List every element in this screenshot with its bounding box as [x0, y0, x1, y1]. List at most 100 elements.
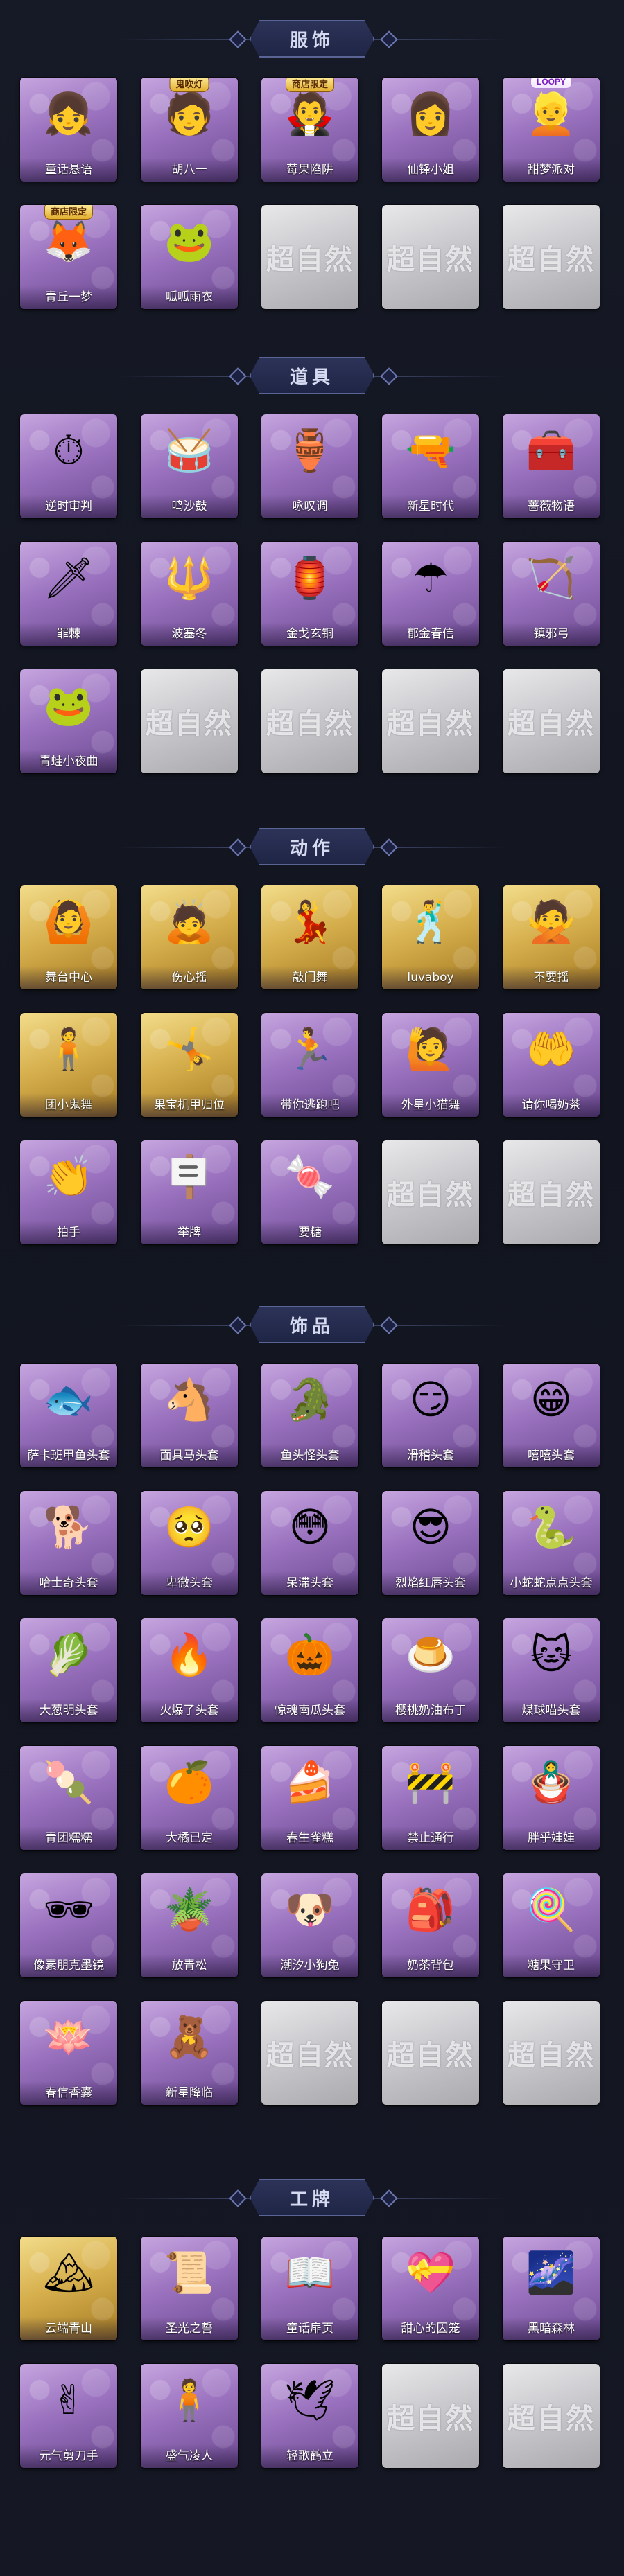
section-title: 饰品	[289, 1316, 334, 1337]
item-card[interactable]: ⏱ 逆时审判	[20, 414, 117, 518]
item-card[interactable]: 🐱 煤球喵头套	[503, 1618, 600, 1722]
item-card[interactable]: 🍮 樱桃奶油布丁	[382, 1618, 479, 1722]
item-card[interactable]: 🕶 像素朋克墨镜	[20, 1873, 117, 1977]
item-label: 伤心摇	[141, 966, 238, 989]
item-card[interactable]: 🗡 罪棘	[20, 542, 117, 646]
item-card[interactable]: 🙅 不要摇	[503, 885, 600, 989]
item-card[interactable]: 🙆 舞台中心	[20, 885, 117, 989]
item-card[interactable]: 😳 呆滞头套	[261, 1491, 358, 1595]
item-label: 莓果陷阱	[261, 158, 358, 182]
item-label: 要糖	[261, 1221, 358, 1244]
item-card[interactable]: 🧛 商店限定 莓果陷阱	[261, 78, 358, 182]
bird-cake-head-icon: 🍰	[284, 1758, 336, 1806]
item-card[interactable]: 🔥 火爆了头套	[141, 1618, 238, 1722]
empty-slot-card: 超自然	[382, 2001, 479, 2105]
item-card[interactable]: 🧑 鬼吹灯 胡八一	[141, 78, 238, 182]
item-label: 云端青山	[20, 2317, 117, 2340]
item-card[interactable]: 🏺 咏叹调	[261, 414, 358, 518]
item-card[interactable]: 🏮 金戈玄铜	[261, 542, 358, 646]
diamond-ornament-icon	[229, 367, 247, 385]
item-card[interactable]: 🧰 蔷薇物语	[503, 414, 600, 518]
item-card[interactable]: 🧍 团小鬼舞	[20, 1013, 117, 1117]
item-label: 春生雀糕	[261, 1826, 358, 1850]
item-card[interactable]: 🪴 放青松	[141, 1873, 238, 1977]
item-card[interactable]: 💝 甜心的囚笼	[382, 2237, 479, 2340]
section-header: 道具	[0, 353, 624, 398]
item-card[interactable]: 🤲 请你喝奶茶	[503, 1013, 600, 1117]
pose-mecha-icon: 🤸	[164, 1025, 215, 1073]
item-card[interactable]: ✌ 元气剪刀手	[20, 2364, 117, 2468]
item-card[interactable]: 🪧 举牌	[141, 1140, 238, 1244]
watermark: 超自然	[266, 707, 354, 740]
item-label: 青蛙小夜曲	[20, 750, 117, 773]
item-label: 青丘一梦	[20, 285, 117, 309]
pose-heart-icon: 🕺	[405, 898, 456, 945]
item-card[interactable]: 🍰 春生雀糕	[261, 1746, 358, 1850]
item-label: 蔷薇物语	[503, 495, 600, 518]
item-card[interactable]: 🦊 商店限定 青丘一梦	[20, 205, 117, 309]
item-card[interactable]: 🍊 大橘已定	[141, 1746, 238, 1850]
item-label: 黑暗森林	[503, 2317, 600, 2340]
item-card[interactable]: 🤸 果宝机甲归位	[141, 1013, 238, 1117]
music-box-icon: 🏺	[284, 427, 336, 474]
item-card[interactable]: 🍡 青团糯糯	[20, 1746, 117, 1850]
item-card[interactable]: 😁 嘻嘻头套	[503, 1364, 600, 1467]
item-card[interactable]: 🪷 春信香囊	[20, 2001, 117, 2105]
item-card[interactable]: 🔱 波塞冬	[141, 542, 238, 646]
diamond-ornament-icon	[380, 30, 398, 48]
item-card[interactable]: 🏹 镇邪弓	[503, 542, 600, 646]
orange-head-icon: 🍊	[164, 1758, 215, 1806]
frog-icon: 🐸	[43, 682, 94, 729]
item-card[interactable]: 🙇 伤心摇	[141, 885, 238, 989]
badge-cage-icon: 💝	[405, 2249, 456, 2296]
item-label: 元气剪刀手	[20, 2444, 117, 2468]
item-label: 鸣沙鼓	[141, 495, 238, 518]
item-card[interactable]: 🪆 胖乎娃娃	[503, 1746, 600, 1850]
item-card[interactable]: 🧸 新星降临	[141, 2001, 238, 2105]
item-card[interactable]: 🐕 哈士奇头套	[20, 1491, 117, 1595]
section-title: 道具	[289, 367, 334, 388]
red-lips-face-icon: 😎	[409, 1503, 452, 1551]
item-card[interactable]: 👏 拍手	[20, 1140, 117, 1244]
item-card[interactable]: 👱 LOOPY 甜梦派对	[503, 78, 600, 182]
star-doll-icon: 🧸	[164, 2013, 215, 2061]
item-card[interactable]: 🍬 要糖	[261, 1140, 358, 1244]
item-card[interactable]: 🐍 小蛇蛇点点头套	[503, 1491, 600, 1595]
pose-run-icon: 🏃	[284, 1025, 336, 1073]
item-card[interactable]: 🏃 带你逃跑吧	[261, 1013, 358, 1117]
item-card[interactable]: 🚧 禁止通行	[382, 1746, 479, 1850]
item-card[interactable]: 🐶 潮汐小狗兔	[261, 1873, 358, 1977]
item-card[interactable]: 🏔 云端青山	[20, 2237, 117, 2340]
item-card[interactable]: 🙋 外星小猫舞	[382, 1013, 479, 1117]
empty-slot-card: 超自然	[503, 1140, 600, 1244]
item-card[interactable]: 🐊 鱼头怪头套	[261, 1364, 358, 1467]
item-card[interactable]: 🕊 轻歌鹤立	[261, 2364, 358, 2468]
watermark: 超自然	[146, 707, 233, 740]
item-card[interactable]: 🧍 盛气凌人	[141, 2364, 238, 2468]
item-card[interactable]: 🥁 鸣沙鼓	[141, 414, 238, 518]
item-card[interactable]: 💃 敲门舞	[261, 885, 358, 989]
item-card[interactable]: 📖 童话扉页	[261, 2237, 358, 2340]
item-card[interactable]: 🥬 大葱明头套	[20, 1618, 117, 1722]
item-card[interactable]: 👩 仙锋小姐	[382, 78, 479, 182]
item-card[interactable]: 🐟 萨卡班甲鱼头套	[20, 1364, 117, 1467]
funny-face-icon: 😏	[409, 1376, 452, 1423]
item-card[interactable]: 🐸 青蛙小夜曲	[20, 669, 117, 773]
item-card[interactable]: 🔫 新星时代	[382, 414, 479, 518]
item-card[interactable]: 🐴 面具马头套	[141, 1364, 238, 1467]
item-card[interactable]: 😎 烈焰红唇头套	[382, 1491, 479, 1595]
item-card[interactable]: 🎒 奶茶背包	[382, 1873, 479, 1977]
rice-cake-head-icon: 🍡	[43, 1758, 94, 1806]
item-card[interactable]: 😏 滑稽头套	[382, 1364, 479, 1467]
item-card[interactable]: 👧 童话悬语	[20, 78, 117, 182]
item-card[interactable]: 🍭 糖果守卫	[503, 1873, 600, 1977]
item-card[interactable]: 📜 圣光之誓	[141, 2237, 238, 2340]
item-card[interactable]: 🌌 黑暗森林	[503, 2237, 600, 2340]
item-card[interactable]: 🥺 卑微头套	[141, 1491, 238, 1595]
section-header: 工牌	[0, 2176, 624, 2220]
item-label: 金戈玄铜	[261, 622, 358, 646]
item-card[interactable]: ☂ 郁金春信	[382, 542, 479, 646]
item-card[interactable]: 🕺 luvaboy	[382, 885, 479, 989]
item-card[interactable]: 🐸 呱呱雨衣	[141, 205, 238, 309]
item-card[interactable]: 🎃 惊魂南瓜头套	[261, 1618, 358, 1722]
